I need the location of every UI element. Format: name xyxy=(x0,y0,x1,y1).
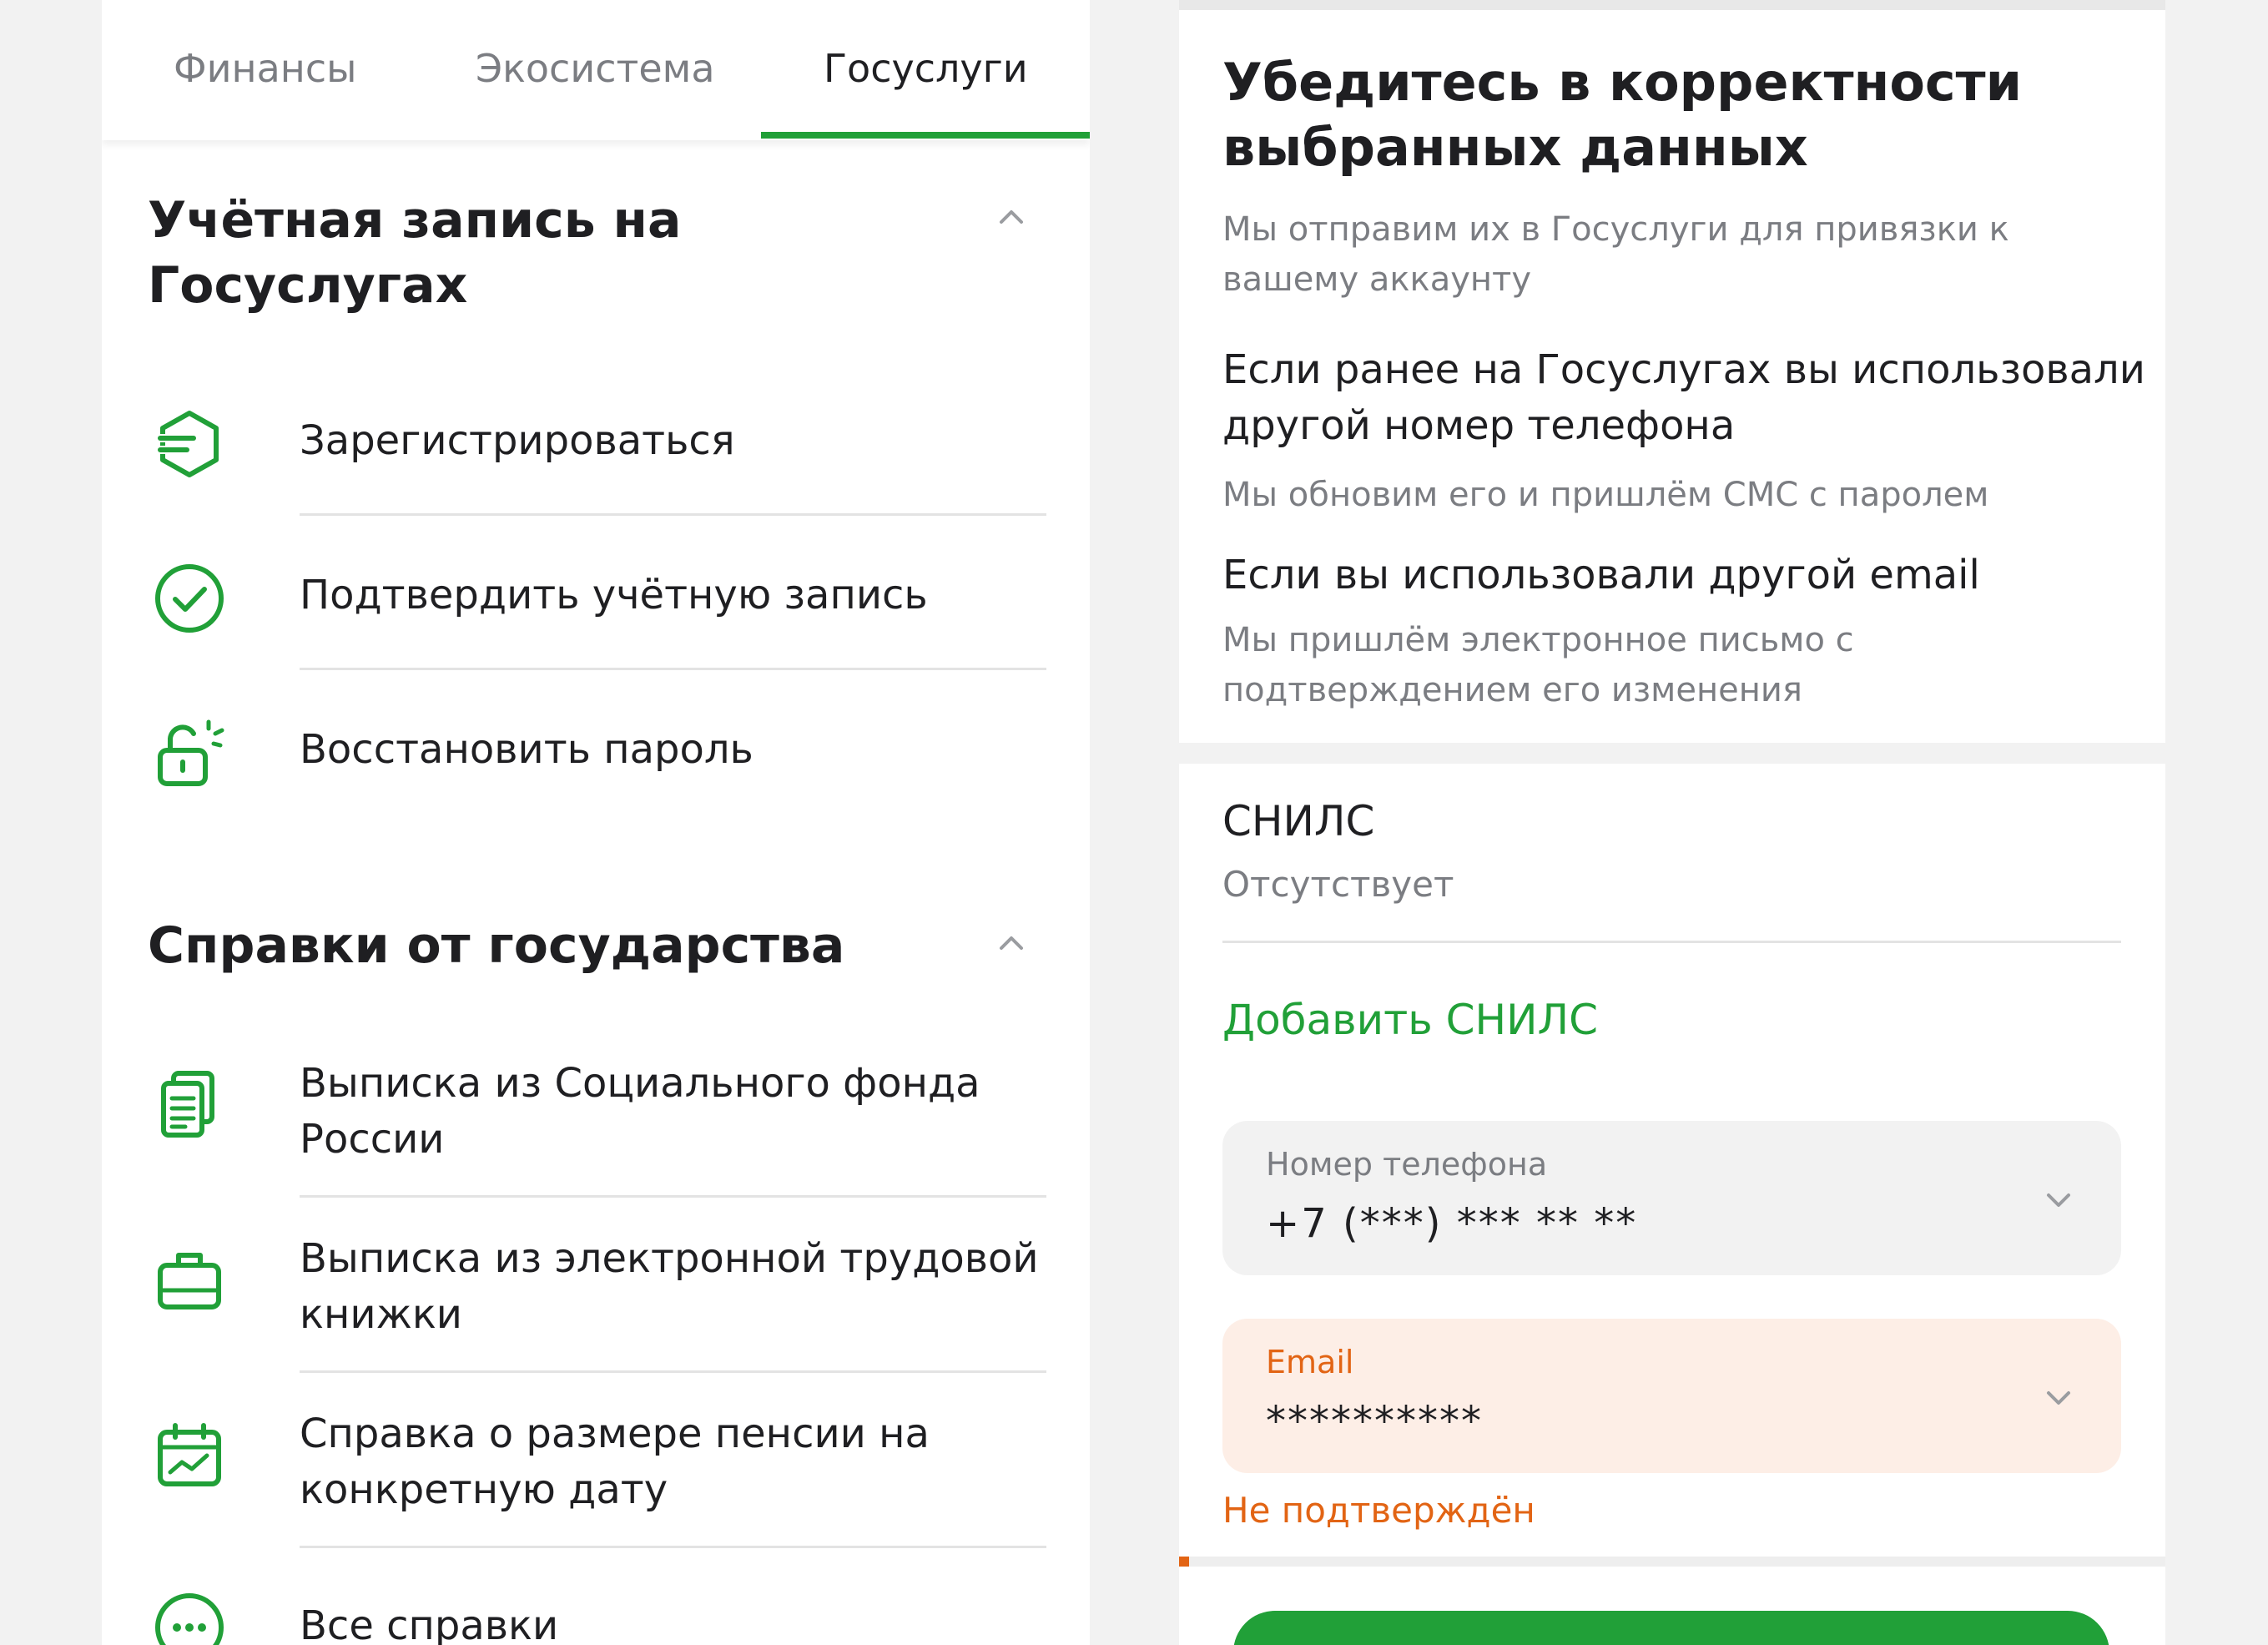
chevron-up-icon[interactable] xyxy=(995,200,1028,234)
snils-value: Отсутствует xyxy=(1222,864,1454,905)
sfr-statement-label: Выписка из Социального фонда России xyxy=(300,1060,980,1163)
tab-finance[interactable]: Финансы xyxy=(174,46,356,91)
phone-note-title: Если ранее на Госуслугах вы использовали… xyxy=(1222,346,2145,449)
chevron-down-icon xyxy=(2047,1391,2070,1405)
briefcase-icon xyxy=(158,1253,221,1309)
divider xyxy=(300,1546,1046,1548)
email-note-text: Мы пришлём электронное письмо с подтверж… xyxy=(1222,621,1854,709)
progress-bar xyxy=(1179,1557,2165,1567)
confirm-account-label: Подтвердить учётную запись xyxy=(300,572,928,618)
chevron-up-icon[interactable] xyxy=(995,926,1028,960)
divider xyxy=(300,1195,1046,1198)
register-icon xyxy=(158,411,219,477)
divider xyxy=(300,1370,1046,1373)
email-field-value: ********** xyxy=(1266,1398,1483,1445)
all-certificates-label: Все справки xyxy=(300,1602,559,1645)
phone-field-label: Номер телефона xyxy=(1266,1146,1548,1183)
verify-info-card: Убедитесь в корректности выбранных данны… xyxy=(1179,0,2165,743)
restore-password-label: Восстановить пароль xyxy=(300,726,753,773)
chevron-down-icon xyxy=(2047,1193,2070,1207)
phone-note-text: Мы обновим его и пришлём СМС с паролем xyxy=(1222,476,1989,514)
certificates-section-title: Справки от государства xyxy=(148,916,845,975)
divider xyxy=(1222,941,2121,943)
divider xyxy=(300,513,1046,516)
calendar-chart-icon xyxy=(158,1423,221,1486)
page-title: Убедитесь в корректности выбранных данны… xyxy=(1222,52,2023,178)
tab-bar: Финансы Экосистема Госуслуги xyxy=(102,0,1090,140)
active-tab-indicator xyxy=(761,132,1090,139)
tab-ecosystem[interactable]: Экосистема xyxy=(476,46,715,91)
gosuslugi-panel: Финансы Экосистема Госуслуги Учётная зап… xyxy=(102,0,1090,1645)
continue-button[interactable] xyxy=(1233,1611,2109,1645)
progress-fill xyxy=(1179,1557,1189,1567)
email-field-label: Email xyxy=(1266,1344,1354,1380)
add-snils-link[interactable]: Добавить СНИЛС xyxy=(1222,996,1598,1044)
account-section-title: Учётная запись на Госуслугах xyxy=(148,191,682,315)
data-form-card: СНИЛС Отсутствует Добавить СНИЛС Номер т… xyxy=(1179,764,2165,1645)
more-dots-icon xyxy=(155,1593,224,1645)
unlock-icon xyxy=(158,719,224,786)
email-status-warning: Не подтверждён xyxy=(1222,1490,1535,1531)
documents-icon xyxy=(161,1071,214,1138)
register-label: Зарегистрироваться xyxy=(300,417,735,464)
email-note-title: Если вы использовали другой email xyxy=(1222,552,1980,598)
phone-field-value: +7 (***) *** ** ** xyxy=(1266,1200,1638,1247)
snils-label: СНИЛС xyxy=(1222,797,1375,845)
pension-certificate-label: Справка о размере пенсии на конкретную д… xyxy=(300,1410,930,1513)
work-record-label: Выписка из электронной трудовой книжки xyxy=(300,1235,1039,1338)
check-circle-icon xyxy=(155,564,224,633)
divider xyxy=(300,668,1046,670)
phone-select[interactable]: Номер телефона +7 (***) *** ** ** xyxy=(1222,1121,2121,1275)
tab-gosuslugi[interactable]: Госуслуги xyxy=(824,46,1028,91)
email-select[interactable]: Email ********** xyxy=(1222,1319,2121,1473)
page-subtitle: Мы отправим их в Госуслуги для привязки … xyxy=(1222,210,2009,299)
